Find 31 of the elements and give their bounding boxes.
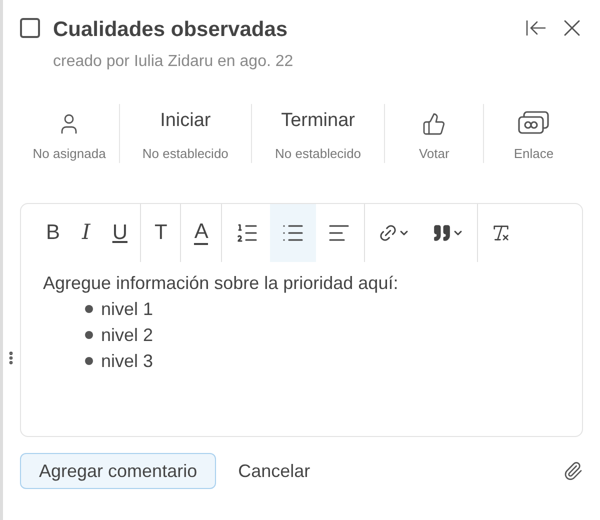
- field-caption: Votar: [418, 144, 450, 162]
- task-title: Cualidades observadas: [53, 17, 289, 43]
- bold-button[interactable]: B: [35, 204, 72, 262]
- thumbs-up-icon: [422, 112, 446, 136]
- checkbox[interactable]: [20, 18, 40, 38]
- comment-editor[interactable]: B I U T A Agregue información sobre la prioridad aquí: nivel 1 nivel 2 nivel 3: [20, 203, 583, 437]
- heading-button[interactable]: T: [143, 204, 178, 262]
- list-item: nivel 3: [101, 350, 154, 373]
- list-item: nivel 2: [101, 324, 154, 347]
- field-caption: No establecido: [142, 144, 228, 162]
- created-by-text: creado por Iulia Zidaru en ago. 22: [53, 52, 294, 72]
- paperclip-icon[interactable]: [563, 461, 583, 481]
- italic-button[interactable]: I: [71, 204, 102, 262]
- cancel-button[interactable]: Cancelar: [238, 458, 310, 484]
- field-caption: No asignada: [32, 144, 106, 163]
- list-item: nivel 1: [101, 298, 154, 321]
- field-caption: Enlace: [514, 144, 554, 162]
- intro-text: Agregue información sobre la prioridad aquí:: [43, 272, 400, 295]
- color-button[interactable]: A: [183, 204, 220, 262]
- bullet-icon: [85, 357, 93, 365]
- link-icon: [516, 110, 551, 136]
- underline-button[interactable]: U: [101, 204, 138, 262]
- quote-icon: [432, 223, 452, 243]
- field-caption: No establecido: [275, 144, 362, 162]
- date-heading[interactable]: Iniciar: [160, 107, 211, 136]
- bullet-icon: [85, 305, 93, 313]
- add-comment-button[interactable]: Agregar comentario: [20, 453, 216, 489]
- clear-format-icon: [491, 223, 512, 243]
- numbered-list-icon: [235, 221, 260, 245]
- date-heading[interactable]: Terminar: [281, 107, 355, 136]
- bullet-icon: [85, 331, 93, 339]
